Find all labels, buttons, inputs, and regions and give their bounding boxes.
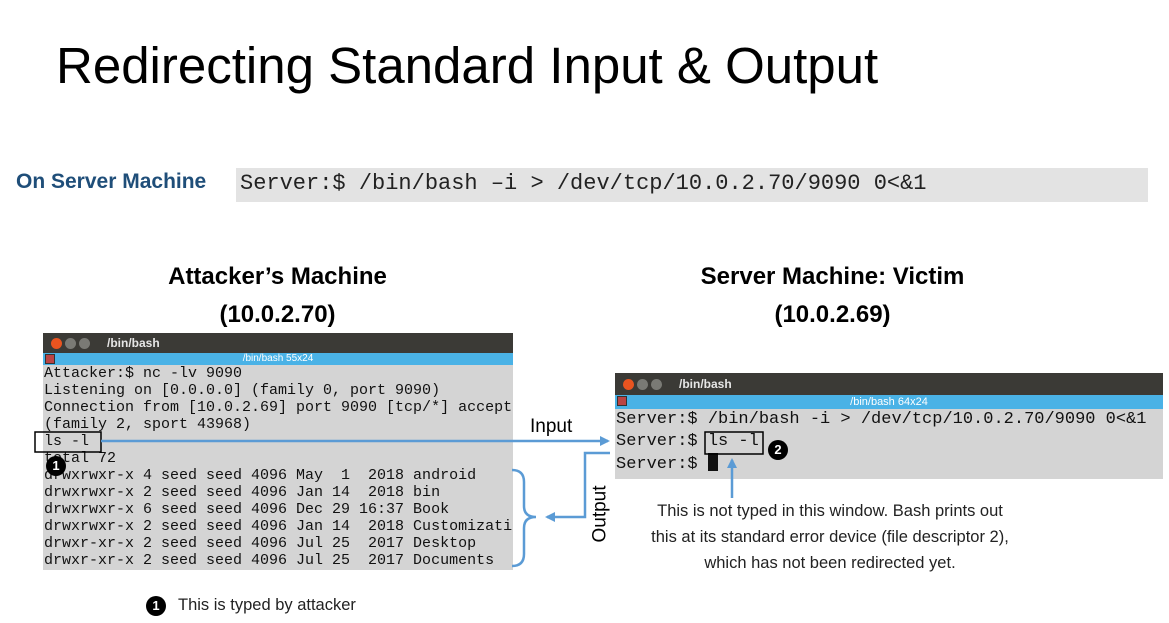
- stderr-note: This is not typed in this window. Bash p…: [600, 498, 1060, 576]
- note-line: This is not typed in this window. Bash p…: [657, 502, 1003, 520]
- legend-text: This is typed by attacker: [178, 596, 356, 614]
- badge-1: 1: [46, 456, 66, 476]
- typed-command-highlight: [34, 431, 102, 453]
- input-label: Input: [530, 416, 573, 437]
- legend-badge-1: 1: [146, 596, 166, 616]
- output-brace: [511, 468, 537, 568]
- note-line: which has not been redirected yet.: [704, 554, 956, 572]
- note-line: this at its standard error device (file …: [651, 528, 1009, 546]
- badge-2: 2: [768, 440, 788, 460]
- echoed-command-highlight: [704, 431, 764, 455]
